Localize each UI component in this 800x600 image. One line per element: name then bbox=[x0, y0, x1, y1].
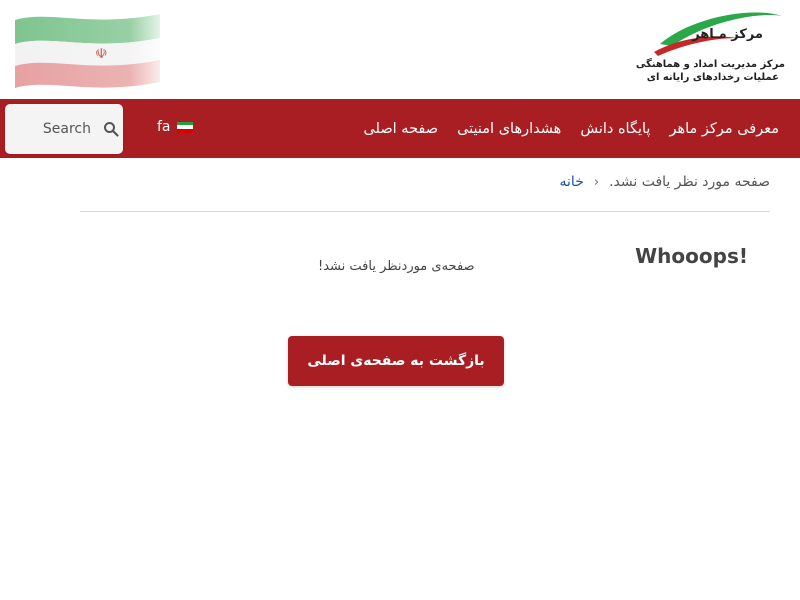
nav-item-home[interactable]: صفحه اصلی bbox=[363, 121, 438, 137]
breadcrumb: خانه ‹ صفحه مورد نظر یافت نشد. bbox=[560, 174, 770, 190]
iran-flag-banner-image: ☫ bbox=[10, 8, 170, 88]
content-divider bbox=[80, 211, 770, 212]
nav-item-security-alerts[interactable]: هشدارهای امنیتی bbox=[457, 121, 561, 137]
site-header: ☫ مرکز مـاهر مرکز مدیریت امداد و هماهنگی… bbox=[0, 0, 800, 99]
breadcrumb-current: صفحه مورد نظر یافت نشد. bbox=[609, 174, 770, 190]
search-input[interactable] bbox=[5, 104, 95, 154]
search-box bbox=[5, 104, 123, 154]
search-icon[interactable] bbox=[103, 121, 119, 137]
back-to-home-button[interactable]: بازگشت به صفحه‌ی اصلی bbox=[288, 336, 504, 386]
logo-subtitle-line2: عملیات رخدادهای رایانه ای bbox=[646, 72, 779, 83]
nav-item-about-maher[interactable]: معرفی مرکز ماهر bbox=[669, 121, 779, 137]
not-found-message: صفحه‌ی موردنظر یافت نشد! bbox=[318, 259, 475, 274]
nav-menu: صفحه اصلی هشدارهای امنیتی پایگاه دانش مع… bbox=[363, 99, 779, 158]
logo-title: مرکز مـاهر bbox=[692, 27, 763, 42]
nav-item-knowledge-base[interactable]: پایگاه دانش bbox=[580, 121, 650, 137]
logo-subtitle-line1: مرکز مدیریت امداد و هماهنگی bbox=[635, 59, 785, 70]
maher-logo[interactable]: مرکز مـاهر مرکز مدیریت امداد و هماهنگی ع… bbox=[636, 8, 785, 92]
language-label: fa bbox=[157, 119, 171, 135]
breadcrumb-separator: ‹ bbox=[593, 174, 600, 190]
error-heading: Whooops! bbox=[635, 244, 748, 268]
iran-flag-icon bbox=[176, 121, 193, 133]
language-switcher[interactable]: fa bbox=[157, 119, 193, 135]
breadcrumb-home-link[interactable]: خانه bbox=[560, 174, 584, 190]
